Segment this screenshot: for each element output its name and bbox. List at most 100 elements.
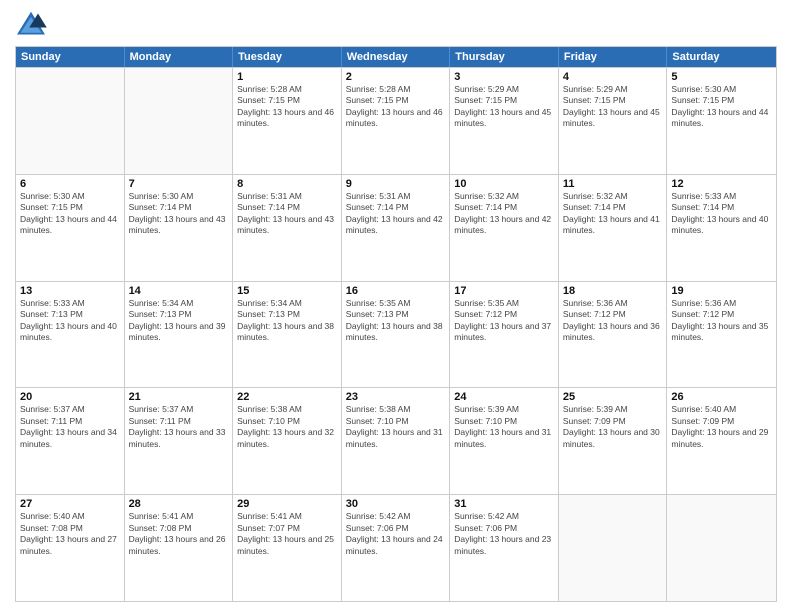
- calendar-cell-2-2: 15Sunrise: 5:34 AM Sunset: 7:13 PM Dayli…: [233, 282, 342, 388]
- cell-day-number: 8: [237, 178, 337, 190]
- calendar-cell-3-2: 22Sunrise: 5:38 AM Sunset: 7:10 PM Dayli…: [233, 388, 342, 494]
- cell-info: Sunrise: 5:28 AM Sunset: 7:15 PM Dayligh…: [346, 84, 446, 130]
- calendar-cell-2-3: 16Sunrise: 5:35 AM Sunset: 7:13 PM Dayli…: [342, 282, 451, 388]
- cell-info: Sunrise: 5:29 AM Sunset: 7:15 PM Dayligh…: [454, 84, 554, 130]
- cell-day-number: 30: [346, 498, 446, 510]
- cell-info: Sunrise: 5:30 AM Sunset: 7:14 PM Dayligh…: [129, 191, 229, 237]
- calendar-cell-3-0: 20Sunrise: 5:37 AM Sunset: 7:11 PM Dayli…: [16, 388, 125, 494]
- cell-day-number: 19: [671, 285, 772, 297]
- cell-day-number: 4: [563, 71, 663, 83]
- cell-info: Sunrise: 5:28 AM Sunset: 7:15 PM Dayligh…: [237, 84, 337, 130]
- cell-info: Sunrise: 5:35 AM Sunset: 7:13 PM Dayligh…: [346, 298, 446, 344]
- cell-info: Sunrise: 5:39 AM Sunset: 7:10 PM Dayligh…: [454, 404, 554, 450]
- calendar-cell-3-1: 21Sunrise: 5:37 AM Sunset: 7:11 PM Dayli…: [125, 388, 234, 494]
- cell-day-number: 10: [454, 178, 554, 190]
- cell-day-number: 23: [346, 391, 446, 403]
- calendar-cell-0-1: [125, 68, 234, 174]
- header-day-monday: Monday: [125, 47, 234, 67]
- cell-day-number: 6: [20, 178, 120, 190]
- calendar-cell-3-5: 25Sunrise: 5:39 AM Sunset: 7:09 PM Dayli…: [559, 388, 668, 494]
- calendar-cell-0-6: 5Sunrise: 5:30 AM Sunset: 7:15 PM Daylig…: [667, 68, 776, 174]
- calendar-cell-0-5: 4Sunrise: 5:29 AM Sunset: 7:15 PM Daylig…: [559, 68, 668, 174]
- cell-info: Sunrise: 5:33 AM Sunset: 7:13 PM Dayligh…: [20, 298, 120, 344]
- cell-day-number: 31: [454, 498, 554, 510]
- cell-day-number: 5: [671, 71, 772, 83]
- cell-day-number: 11: [563, 178, 663, 190]
- calendar-cell-1-4: 10Sunrise: 5:32 AM Sunset: 7:14 PM Dayli…: [450, 175, 559, 281]
- cell-day-number: 22: [237, 391, 337, 403]
- cell-info: Sunrise: 5:41 AM Sunset: 7:08 PM Dayligh…: [129, 511, 229, 557]
- cell-day-number: 7: [129, 178, 229, 190]
- cell-info: Sunrise: 5:38 AM Sunset: 7:10 PM Dayligh…: [237, 404, 337, 450]
- calendar-cell-4-2: 29Sunrise: 5:41 AM Sunset: 7:07 PM Dayli…: [233, 495, 342, 601]
- calendar-cell-3-3: 23Sunrise: 5:38 AM Sunset: 7:10 PM Dayli…: [342, 388, 451, 494]
- cell-day-number: 27: [20, 498, 120, 510]
- calendar-cell-0-4: 3Sunrise: 5:29 AM Sunset: 7:15 PM Daylig…: [450, 68, 559, 174]
- cell-info: Sunrise: 5:37 AM Sunset: 7:11 PM Dayligh…: [129, 404, 229, 450]
- cell-info: Sunrise: 5:34 AM Sunset: 7:13 PM Dayligh…: [129, 298, 229, 344]
- cell-info: Sunrise: 5:32 AM Sunset: 7:14 PM Dayligh…: [563, 191, 663, 237]
- cell-info: Sunrise: 5:37 AM Sunset: 7:11 PM Dayligh…: [20, 404, 120, 450]
- cell-day-number: 14: [129, 285, 229, 297]
- calendar-cell-4-5: [559, 495, 668, 601]
- cell-day-number: 12: [671, 178, 772, 190]
- cell-info: Sunrise: 5:40 AM Sunset: 7:09 PM Dayligh…: [671, 404, 772, 450]
- cell-info: Sunrise: 5:35 AM Sunset: 7:12 PM Dayligh…: [454, 298, 554, 344]
- cell-info: Sunrise: 5:41 AM Sunset: 7:07 PM Dayligh…: [237, 511, 337, 557]
- cell-day-number: 15: [237, 285, 337, 297]
- calendar-cell-0-0: [16, 68, 125, 174]
- calendar: SundayMondayTuesdayWednesdayThursdayFrid…: [15, 46, 777, 602]
- header-day-tuesday: Tuesday: [233, 47, 342, 67]
- calendar-cell-4-6: [667, 495, 776, 601]
- calendar-cell-1-6: 12Sunrise: 5:33 AM Sunset: 7:14 PM Dayli…: [667, 175, 776, 281]
- header-day-friday: Friday: [559, 47, 668, 67]
- calendar-cell-1-5: 11Sunrise: 5:32 AM Sunset: 7:14 PM Dayli…: [559, 175, 668, 281]
- calendar-cell-1-3: 9Sunrise: 5:31 AM Sunset: 7:14 PM Daylig…: [342, 175, 451, 281]
- calendar-cell-1-2: 8Sunrise: 5:31 AM Sunset: 7:14 PM Daylig…: [233, 175, 342, 281]
- cell-info: Sunrise: 5:39 AM Sunset: 7:09 PM Dayligh…: [563, 404, 663, 450]
- cell-day-number: 18: [563, 285, 663, 297]
- calendar-cell-2-5: 18Sunrise: 5:36 AM Sunset: 7:12 PM Dayli…: [559, 282, 668, 388]
- calendar-cell-3-6: 26Sunrise: 5:40 AM Sunset: 7:09 PM Dayli…: [667, 388, 776, 494]
- header: [15, 10, 777, 38]
- calendar-cell-0-2: 1Sunrise: 5:28 AM Sunset: 7:15 PM Daylig…: [233, 68, 342, 174]
- header-day-sunday: Sunday: [16, 47, 125, 67]
- calendar-cell-4-0: 27Sunrise: 5:40 AM Sunset: 7:08 PM Dayli…: [16, 495, 125, 601]
- cell-day-number: 26: [671, 391, 772, 403]
- cell-day-number: 28: [129, 498, 229, 510]
- calendar-cell-1-1: 7Sunrise: 5:30 AM Sunset: 7:14 PM Daylig…: [125, 175, 234, 281]
- cell-day-number: 24: [454, 391, 554, 403]
- calendar-row-2: 13Sunrise: 5:33 AM Sunset: 7:13 PM Dayli…: [16, 281, 776, 388]
- cell-info: Sunrise: 5:31 AM Sunset: 7:14 PM Dayligh…: [237, 191, 337, 237]
- cell-day-number: 2: [346, 71, 446, 83]
- cell-info: Sunrise: 5:36 AM Sunset: 7:12 PM Dayligh…: [671, 298, 772, 344]
- logo: [15, 10, 51, 38]
- cell-day-number: 20: [20, 391, 120, 403]
- cell-info: Sunrise: 5:38 AM Sunset: 7:10 PM Dayligh…: [346, 404, 446, 450]
- cell-day-number: 13: [20, 285, 120, 297]
- cell-info: Sunrise: 5:29 AM Sunset: 7:15 PM Dayligh…: [563, 84, 663, 130]
- header-day-saturday: Saturday: [667, 47, 776, 67]
- header-day-thursday: Thursday: [450, 47, 559, 67]
- cell-day-number: 25: [563, 391, 663, 403]
- calendar-row-0: 1Sunrise: 5:28 AM Sunset: 7:15 PM Daylig…: [16, 67, 776, 174]
- header-day-wednesday: Wednesday: [342, 47, 451, 67]
- calendar-cell-0-3: 2Sunrise: 5:28 AM Sunset: 7:15 PM Daylig…: [342, 68, 451, 174]
- cell-info: Sunrise: 5:40 AM Sunset: 7:08 PM Dayligh…: [20, 511, 120, 557]
- calendar-cell-4-3: 30Sunrise: 5:42 AM Sunset: 7:06 PM Dayli…: [342, 495, 451, 601]
- calendar-row-3: 20Sunrise: 5:37 AM Sunset: 7:11 PM Dayli…: [16, 387, 776, 494]
- cell-day-number: 16: [346, 285, 446, 297]
- cell-info: Sunrise: 5:30 AM Sunset: 7:15 PM Dayligh…: [671, 84, 772, 130]
- cell-info: Sunrise: 5:32 AM Sunset: 7:14 PM Dayligh…: [454, 191, 554, 237]
- calendar-cell-2-1: 14Sunrise: 5:34 AM Sunset: 7:13 PM Dayli…: [125, 282, 234, 388]
- calendar-row-4: 27Sunrise: 5:40 AM Sunset: 7:08 PM Dayli…: [16, 494, 776, 601]
- logo-icon: [15, 10, 47, 38]
- cell-day-number: 21: [129, 391, 229, 403]
- cell-info: Sunrise: 5:42 AM Sunset: 7:06 PM Dayligh…: [454, 511, 554, 557]
- calendar-cell-2-4: 17Sunrise: 5:35 AM Sunset: 7:12 PM Dayli…: [450, 282, 559, 388]
- calendar-cell-1-0: 6Sunrise: 5:30 AM Sunset: 7:15 PM Daylig…: [16, 175, 125, 281]
- cell-info: Sunrise: 5:34 AM Sunset: 7:13 PM Dayligh…: [237, 298, 337, 344]
- calendar-cell-4-4: 31Sunrise: 5:42 AM Sunset: 7:06 PM Dayli…: [450, 495, 559, 601]
- cell-day-number: 17: [454, 285, 554, 297]
- calendar-header: SundayMondayTuesdayWednesdayThursdayFrid…: [16, 47, 776, 67]
